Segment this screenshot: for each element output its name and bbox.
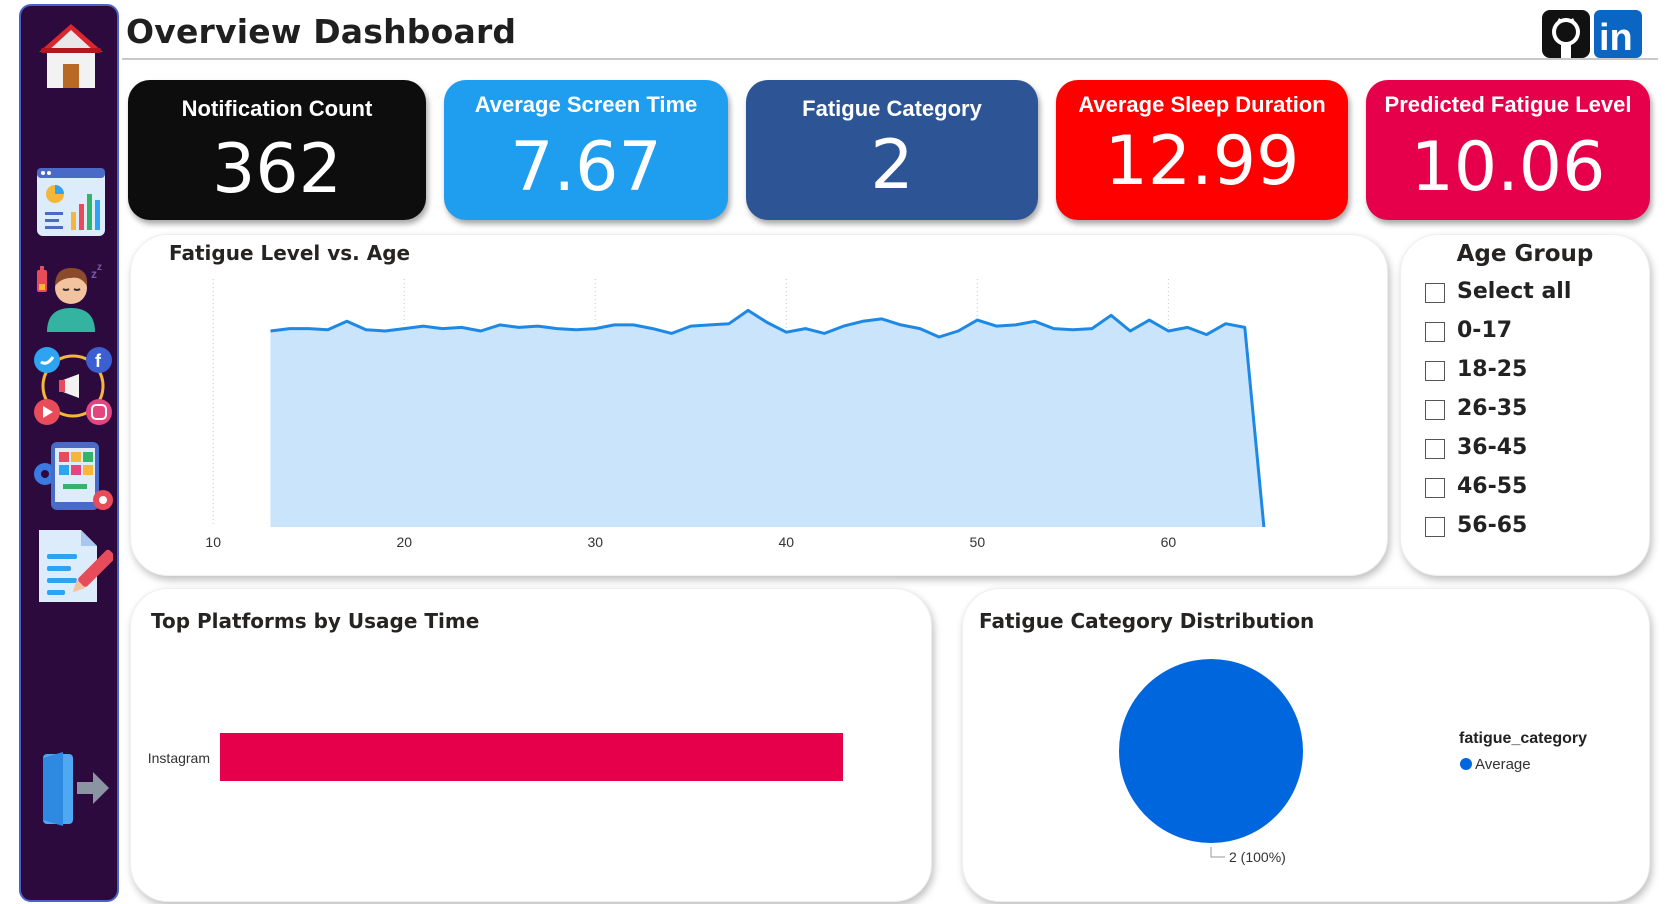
checkbox[interactable] (1425, 283, 1445, 303)
option-label: 18-25 (1457, 357, 1528, 382)
kpi-label: Predicted Fatigue Level (1384, 92, 1632, 117)
github-icon (1542, 10, 1590, 58)
page-title: Overview Dashboard (126, 12, 517, 51)
option-label: 46-55 (1457, 474, 1528, 499)
linkedin-icon: in (1594, 10, 1642, 59)
kpi-average-sleep-duration: Average Sleep Duration 12.99 (1056, 80, 1348, 220)
nav-social[interactable]: f (33, 346, 112, 425)
kpi-fatigue-category: Fatigue Category 2 (746, 80, 1038, 220)
kpi-label: Average Sleep Duration (1078, 92, 1326, 117)
checkbox[interactable] (1425, 400, 1445, 420)
nav-exit[interactable] (33, 748, 109, 826)
x-tick-label: 30 (587, 534, 603, 550)
fatigue-distribution-panel: Fatigue Category Distribution 2 (100%) fa… (962, 588, 1650, 902)
x-tick-label: 40 (779, 534, 795, 550)
checkbox[interactable] (1425, 322, 1445, 342)
analytics-icon (37, 168, 105, 236)
option-label: 0-17 (1457, 318, 1513, 343)
kpi-label: Fatigue Category (802, 96, 982, 121)
legend-title: fatigue_category (1459, 730, 1587, 747)
checkbox[interactable] (1425, 478, 1445, 498)
bar (220, 733, 843, 781)
checkbox[interactable] (1425, 517, 1445, 537)
kpi-value: 10.06 (1410, 128, 1606, 207)
kpi-predicted-fatigue-level: Predicted Fatigue Level 10.06 (1366, 80, 1650, 220)
checkbox[interactable] (1425, 439, 1445, 459)
linkedin-button[interactable]: in (1594, 10, 1642, 59)
area-fill (270, 310, 1264, 527)
social-media-icon: f (34, 347, 112, 425)
sidebar-nav: z z f (19, 4, 119, 902)
kpi-average-screen-time: Average Screen Time 7.67 (444, 80, 728, 220)
exit-icon (43, 752, 109, 826)
kpi-value: 2 (870, 126, 914, 205)
option-label: 36-45 (1457, 435, 1528, 460)
option-label: 26-35 (1457, 396, 1528, 421)
kpi-notification-count: Notification Count 362 (128, 80, 426, 220)
nav-analytics[interactable] (33, 164, 109, 240)
kpi-value: 362 (212, 130, 342, 209)
legend-marker (1460, 758, 1472, 770)
x-tick-label: 50 (970, 534, 986, 550)
bar-chart: Instagram (148, 733, 843, 781)
svg-text:z: z (97, 262, 102, 273)
app-settings-icon (34, 442, 113, 510)
fatigue-person-icon: z z (37, 262, 102, 332)
data-label: 2 (100%) (1229, 849, 1286, 865)
legend-entry: Average (1475, 756, 1531, 773)
kpi-value: 12.99 (1104, 122, 1300, 201)
home-icon (39, 24, 103, 88)
slicer-title: Age Group (1456, 241, 1594, 267)
option-label: Select all (1457, 279, 1572, 304)
pie-slice (1119, 659, 1303, 843)
x-tick-label: 60 (1161, 534, 1177, 550)
category-label: Instagram (148, 750, 210, 766)
option-label: 56-65 (1457, 513, 1528, 538)
svg-text:in: in (1599, 17, 1633, 58)
github-button[interactable] (1542, 10, 1590, 58)
x-tick-label: 20 (396, 534, 412, 550)
data-label-leader (1210, 847, 1225, 858)
kpi-value: 7.67 (510, 128, 662, 207)
top-platforms-panel: Top Platforms by Usage Time Instagram (130, 588, 932, 902)
kpi-label: Average Screen Time (474, 92, 698, 117)
nav-report[interactable] (33, 526, 116, 602)
pie-chart: 2 (100%) fatigue_category Average (1119, 659, 1587, 865)
checkbox[interactable] (1425, 361, 1445, 381)
nav-fatigue[interactable]: z z (33, 256, 109, 332)
svg-text:f: f (95, 351, 102, 371)
age-group-slicer: Age Group Select all 0-17 18-25 26-35 36… (1400, 234, 1650, 576)
report-icon (39, 530, 116, 602)
kpi-label: Notification Count (181, 96, 373, 121)
nav-app-settings[interactable] (33, 438, 113, 514)
area-chart: 10 20 30 40 50 60 (205, 279, 1266, 550)
x-tick-label: 10 (205, 534, 221, 550)
fatigue-age-chart-panel: Fatigue Level vs. Age 10 20 30 40 50 60 (130, 234, 1388, 576)
header: Overview Dashboard in (122, 4, 1658, 60)
nav-home[interactable] (33, 18, 109, 94)
